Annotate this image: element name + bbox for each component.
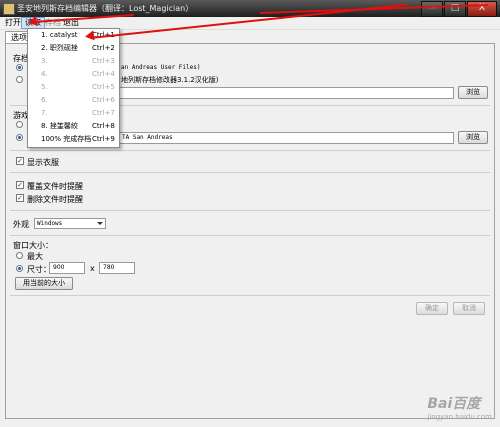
read-menu-item-4[interactable]: 4. Ctrl+4 [28,69,119,80]
save-location-radio-2[interactable] [16,76,23,83]
read-menu-item-3[interactable]: 3. Ctrl+3 [28,56,119,67]
separator [10,295,490,296]
read-menu-item-7[interactable]: 7. Ctrl+7 [28,108,119,119]
game-path-field[interactable]: TA San Andreas [118,132,454,144]
window-title: 圣安地列斯存档编辑器（翻译：Lost_Magician） [17,4,194,13]
arrow-head-icon [84,30,95,42]
size-radio[interactable] [16,265,23,272]
save-location-option-2: 地列斯存档修改器3.1.2汉化版) [121,76,219,84]
save-location-option-1: an Andreas User Files) [121,64,201,71]
appearance-value: Windows [37,220,63,227]
maximize-label: 最大 [27,252,43,261]
title-bar: 圣安地列斯存档编辑器（翻译：Lost_Magician） — □ X [0,0,500,17]
save-location-radio-1[interactable] [16,64,23,71]
read-menu-item-8[interactable]: 8. 挫筀馨絞 Ctrl+8 [28,121,119,132]
size-label: 尺寸： [27,265,51,274]
read-menu-dropdown: 1. catalyst Ctrl+1 2. 职烈砚挫 Ctrl+2 3. Ctr… [27,28,120,148]
baidu-watermark: Bai百度 jingyan.baidu.com [427,396,492,421]
appearance-select[interactable]: Windows [34,218,106,229]
cancel-button[interactable]: 取消 [453,302,485,315]
read-menu-item-complete[interactable]: 100% 完成存档 Ctrl+9 [28,134,119,145]
size-by-label: x [90,264,95,273]
maximize-button[interactable]: □ [444,1,466,17]
delete-prompt-checkbox[interactable]: ✓ [16,194,24,202]
save-path-field[interactable] [118,87,454,99]
chevron-down-icon [97,222,103,225]
show-clothes-label: 显示衣服 [27,158,59,167]
app-icon [3,3,15,15]
read-menu-item-6[interactable]: 6. Ctrl+6 [28,95,119,106]
overwrite-prompt-checkbox[interactable]: ✓ [16,181,24,189]
separator [10,150,490,151]
read-menu-item-2[interactable]: 2. 职烈砚挫 Ctrl+2 [28,43,119,54]
use-current-size-button[interactable]: 用当前的大小 [15,277,73,290]
game-location-radio-2[interactable] [16,134,23,141]
delete-prompt-label: 删除文件时提醒 [27,195,83,204]
save-path-browse-button[interactable]: 浏览 [458,86,488,99]
show-clothes-checkbox[interactable]: ✓ [16,157,24,165]
separator [10,172,490,173]
height-field[interactable]: 780 [99,262,135,274]
game-location-radio-1[interactable] [16,121,23,128]
overwrite-prompt-label: 覆盖文件时提醒 [27,182,83,191]
minimize-button[interactable]: — [421,1,443,17]
separator [10,210,490,211]
maximize-radio[interactable] [16,252,23,259]
ok-button[interactable]: 确定 [416,302,448,315]
window-size-label: 窗口大小： [13,241,53,250]
appearance-label: 外观 [13,220,29,229]
game-path-browse-button[interactable]: 浏览 [458,131,488,144]
read-menu-item-5[interactable]: 5. Ctrl+5 [28,82,119,93]
separator [10,235,490,236]
width-field[interactable]: 900 [49,262,85,274]
